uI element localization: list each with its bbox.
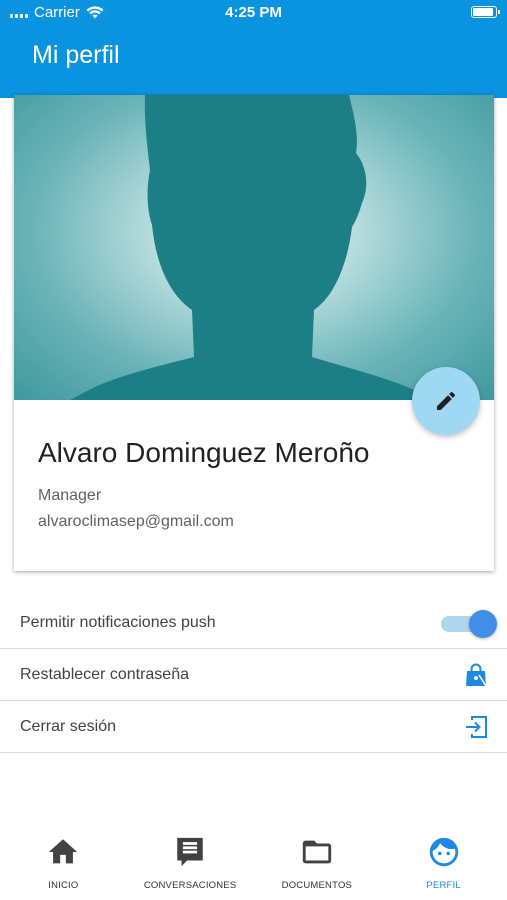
status-bar: Carrier 4:25 PM	[0, 0, 507, 26]
profile-photo	[14, 95, 494, 400]
chat-icon	[177, 837, 203, 867]
status-time: 4:25 PM	[225, 4, 282, 21]
push-notifications-toggle[interactable]	[439, 608, 497, 638]
settings-list: Permitir notificaciones push Restablecer…	[0, 597, 507, 753]
push-notifications-label: Permitir notificaciones push	[20, 613, 216, 631]
bottom-navigation: INICIO CONVERSACIONES DOCUMENTOS PERFIL	[0, 826, 507, 900]
nav-documentos[interactable]: DOCUMENTOS	[254, 826, 381, 900]
profile-card: Alvaro Dominguez Meroño Manager alvarocl…	[14, 95, 494, 571]
nav-inicio-label: INICIO	[48, 880, 79, 891]
nav-documentos-label: DOCUMENTOS	[281, 880, 353, 891]
user-name: Alvaro Dominguez Meroño	[38, 437, 370, 468]
logout-label: Cerrar sesión	[20, 717, 117, 735]
reset-password-row[interactable]: Restablecer contraseña	[0, 649, 507, 701]
nav-conversaciones-label: CONVERSACIONES	[143, 880, 237, 891]
pencil-icon	[437, 391, 456, 410]
user-email: alvaroclimasep@gmail.com	[38, 513, 234, 530]
logout-row[interactable]: Cerrar sesión	[0, 701, 507, 753]
battery-icon	[471, 6, 500, 18]
user-role: Manager	[38, 487, 102, 504]
nav-perfil[interactable]: PERFIL	[380, 826, 507, 900]
nav-conversaciones[interactable]: CONVERSACIONES	[127, 826, 254, 900]
edit-profile-button[interactable]	[412, 367, 480, 435]
logout-icon	[466, 716, 487, 738]
lock-bag-icon	[466, 663, 487, 687]
push-notifications-row[interactable]: Permitir notificaciones push	[0, 597, 507, 649]
page-title: Mi perfil	[32, 41, 120, 69]
face-icon	[429, 837, 458, 867]
nav-inicio[interactable]: INICIO	[0, 826, 127, 900]
nav-perfil-label: PERFIL	[426, 880, 461, 891]
avatar-silhouette	[70, 95, 434, 400]
app-bar: Mi perfil	[0, 26, 507, 98]
folder-icon	[302, 840, 332, 864]
home-icon	[49, 839, 78, 864]
reset-password-label: Restablecer contraseña	[20, 665, 189, 683]
